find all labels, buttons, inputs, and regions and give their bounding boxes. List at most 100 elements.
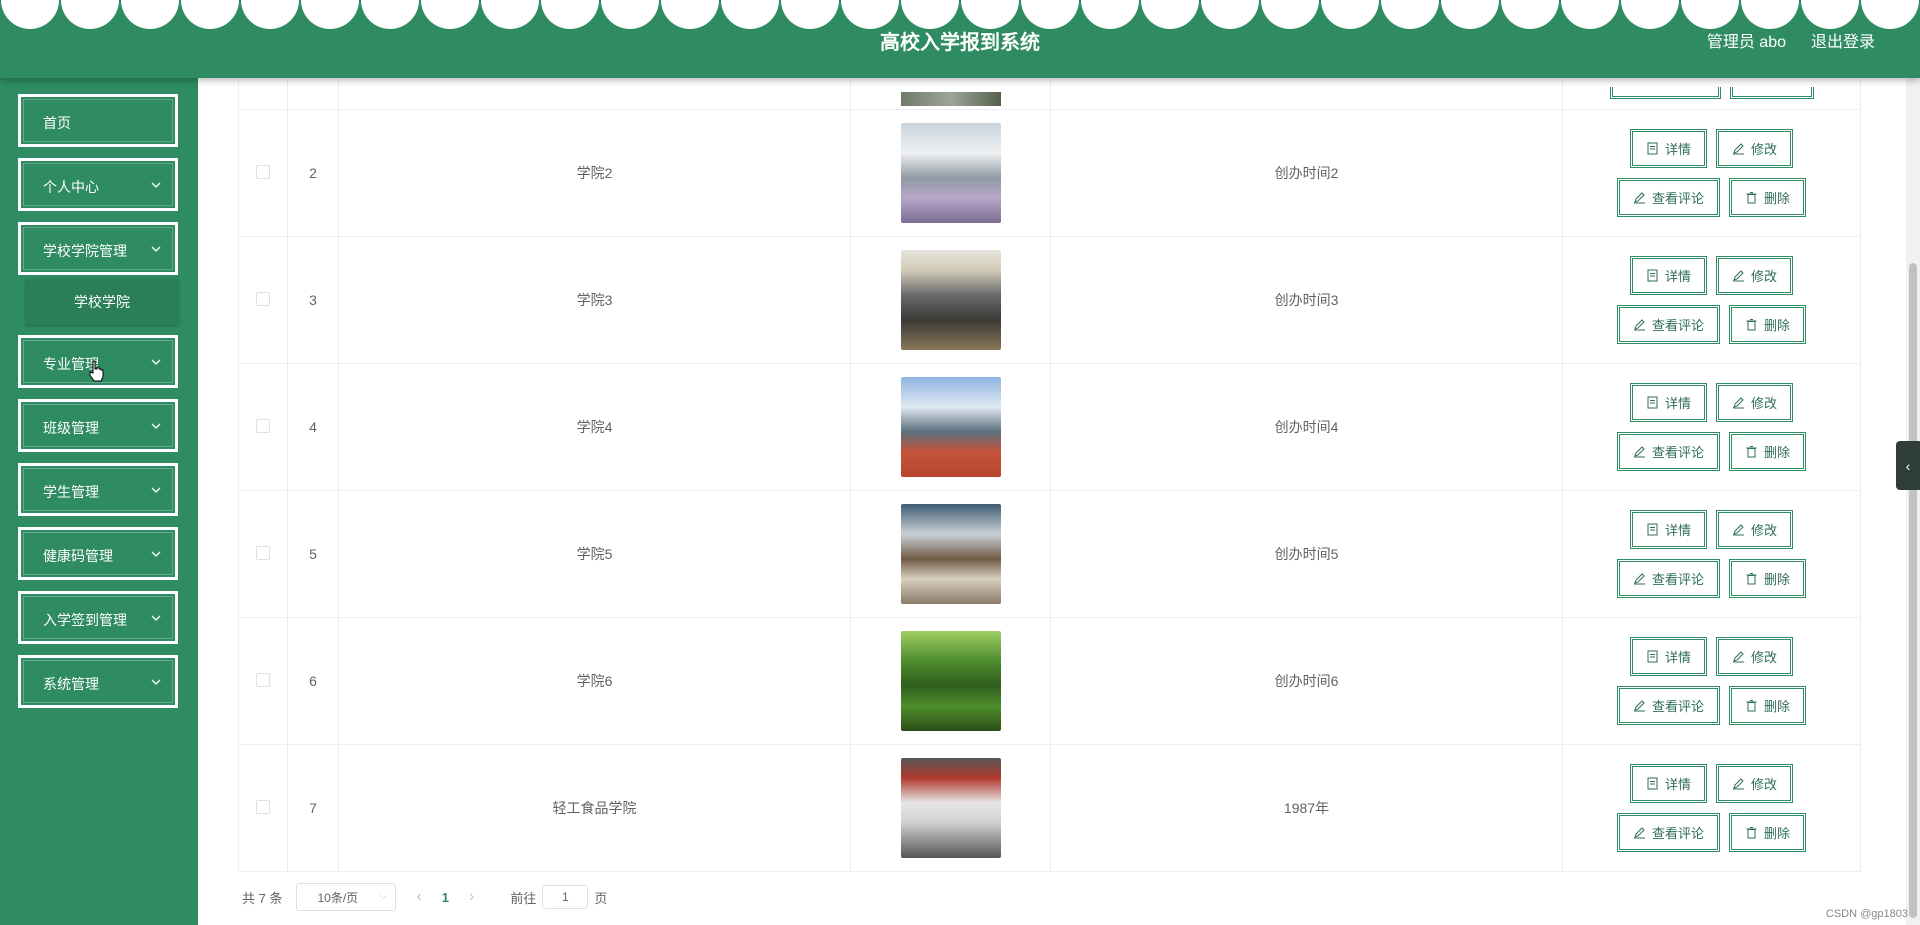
row-checkbox[interactable]	[256, 545, 270, 560]
sidebar-item-college-management[interactable]: 学校学院管理	[18, 222, 178, 275]
goto-page-input[interactable]	[542, 885, 589, 909]
scallop-shape	[1441, 0, 1499, 29]
row-checkbox[interactable]	[256, 164, 270, 179]
edit-button[interactable]: 修改	[1716, 764, 1794, 803]
sidebar-item-personal-center[interactable]: 个人中心	[18, 158, 178, 211]
edit-icon	[1733, 143, 1744, 155]
view-comments-button[interactable]: 查看评论	[1616, 305, 1720, 344]
founded-time: 创办时间3	[1274, 292, 1339, 308]
sidebar-item-class-management[interactable]: 班级管理	[18, 399, 178, 452]
scallop-shape	[1561, 0, 1619, 29]
scallop-shape	[1021, 0, 1079, 29]
row-checkbox[interactable]	[256, 291, 270, 306]
vertical-scrollbar[interactable]	[1906, 78, 1920, 925]
detail-button-label: 详情	[1664, 650, 1691, 665]
page-size-value: 10条/页	[317, 890, 359, 905]
college-image-partial	[900, 92, 1001, 106]
sidebar-item-label: 班级管理	[43, 420, 99, 436]
scrollbar-thumb[interactable]	[1909, 263, 1917, 918]
scallop-shape	[1081, 0, 1139, 29]
row-checkbox[interactable]	[256, 799, 270, 814]
row-actions: 详情 修改查看评论 删除	[1563, 764, 1860, 852]
edit-button[interactable]: 修改	[1716, 637, 1794, 676]
edit-button[interactable]: 修改	[1716, 256, 1794, 295]
next-page-button[interactable]: ›	[469, 888, 474, 906]
table-row-partial	[238, 78, 1861, 110]
sidebar-item-label: 首页	[43, 115, 71, 131]
sidebar-item-system-management[interactable]: 系统管理	[18, 655, 178, 708]
document-icon	[1647, 777, 1658, 790]
sidebar-item-health-code-management[interactable]: 健康码管理	[18, 527, 178, 580]
detail-button-label: 详情	[1664, 142, 1691, 157]
delete-button-partial[interactable]	[1729, 86, 1814, 99]
delete-button[interactable]: 删除	[1729, 178, 1807, 217]
college-image[interactable]	[900, 504, 1001, 604]
college-image[interactable]	[900, 123, 1001, 223]
logout-link[interactable]: 退出登录	[1811, 28, 1875, 52]
view-comments-label: 查看评论	[1651, 572, 1704, 587]
goto-label: 前往	[510, 890, 537, 906]
delete-button[interactable]: 删除	[1729, 305, 1807, 344]
comments-button-partial[interactable]	[1609, 86, 1721, 99]
college-name: 轻工食品学院	[552, 800, 637, 816]
college-image[interactable]	[900, 631, 1001, 731]
view-comments-button[interactable]: 查看评论	[1616, 559, 1720, 598]
prev-page-button[interactable]: ‹	[416, 888, 421, 906]
edit-icon	[1733, 270, 1744, 282]
view-comments-button[interactable]: 查看评论	[1616, 178, 1720, 217]
scallop-shape	[901, 0, 959, 29]
sidebar-item-home[interactable]: 首页	[18, 94, 178, 147]
college-name: 学院4	[576, 419, 613, 435]
scallop-shape	[961, 0, 1019, 29]
edit-button[interactable]: 修改	[1716, 129, 1794, 168]
detail-button[interactable]: 详情	[1629, 256, 1707, 295]
edit-icon	[1733, 397, 1744, 409]
scallop-shape	[1, 0, 59, 29]
chevron-down-icon	[151, 551, 161, 557]
row-actions: 详情 修改查看评论 删除	[1563, 383, 1860, 471]
delete-button[interactable]: 删除	[1729, 432, 1807, 471]
page-number-1[interactable]: 1	[442, 890, 449, 905]
sidebar-item-checkin-management[interactable]: 入学签到管理	[18, 591, 178, 644]
sidebar-item-student-management[interactable]: 学生管理	[18, 463, 178, 516]
college-table: 2 学院2 创办时间2 详情 修改 查看评论 删除 3 学院3 创办时间3 详情 修改 查看评论 删除 4 学…	[238, 78, 1861, 872]
app-title: 高校入学报到系统	[880, 32, 1040, 54]
detail-button[interactable]: 详情	[1629, 764, 1707, 803]
founded-time: 创办时间4	[1274, 419, 1339, 435]
document-icon	[1647, 650, 1658, 663]
edit-button[interactable]: 修改	[1716, 510, 1794, 549]
delete-button[interactable]: 删除	[1729, 559, 1807, 598]
detail-button[interactable]: 详情	[1629, 510, 1707, 549]
edit-button-label: 修改	[1751, 269, 1778, 284]
chevron-down-icon	[151, 246, 161, 252]
document-icon	[1647, 523, 1658, 536]
trash-icon	[1746, 446, 1757, 458]
edit-button[interactable]: 修改	[1716, 383, 1794, 422]
trash-icon	[1746, 573, 1757, 585]
collapse-panel-toggle[interactable]: ‹	[1896, 441, 1920, 490]
sidebar-subitem-college[interactable]: 学校学院	[26, 279, 178, 325]
detail-button[interactable]: 详情	[1629, 383, 1707, 422]
detail-button[interactable]: 详情	[1629, 637, 1707, 676]
delete-button-label: 删除	[1764, 699, 1791, 714]
chevron-down-icon	[151, 679, 161, 685]
delete-button[interactable]: 删除	[1729, 813, 1807, 852]
scallop-shape	[1801, 0, 1859, 29]
view-comments-button[interactable]: 查看评论	[1616, 813, 1720, 852]
college-image[interactable]	[900, 377, 1001, 477]
view-comments-button[interactable]: 查看评论	[1616, 432, 1720, 471]
college-image[interactable]	[900, 250, 1001, 350]
scallop-shape	[721, 0, 779, 29]
row-checkbox[interactable]	[256, 418, 270, 433]
edit-icon	[1633, 446, 1645, 458]
view-comments-button[interactable]: 查看评论	[1616, 686, 1720, 725]
scallop-shape	[481, 0, 539, 29]
row-checkbox[interactable]	[256, 672, 270, 687]
page-size-select[interactable]: 10条/页 ⌵	[296, 883, 397, 911]
scallop-shape	[1381, 0, 1439, 29]
college-image[interactable]	[900, 758, 1001, 858]
row-index: 2	[309, 165, 317, 181]
document-icon	[1647, 396, 1658, 409]
detail-button[interactable]: 详情	[1629, 129, 1707, 168]
delete-button[interactable]: 删除	[1729, 686, 1807, 725]
